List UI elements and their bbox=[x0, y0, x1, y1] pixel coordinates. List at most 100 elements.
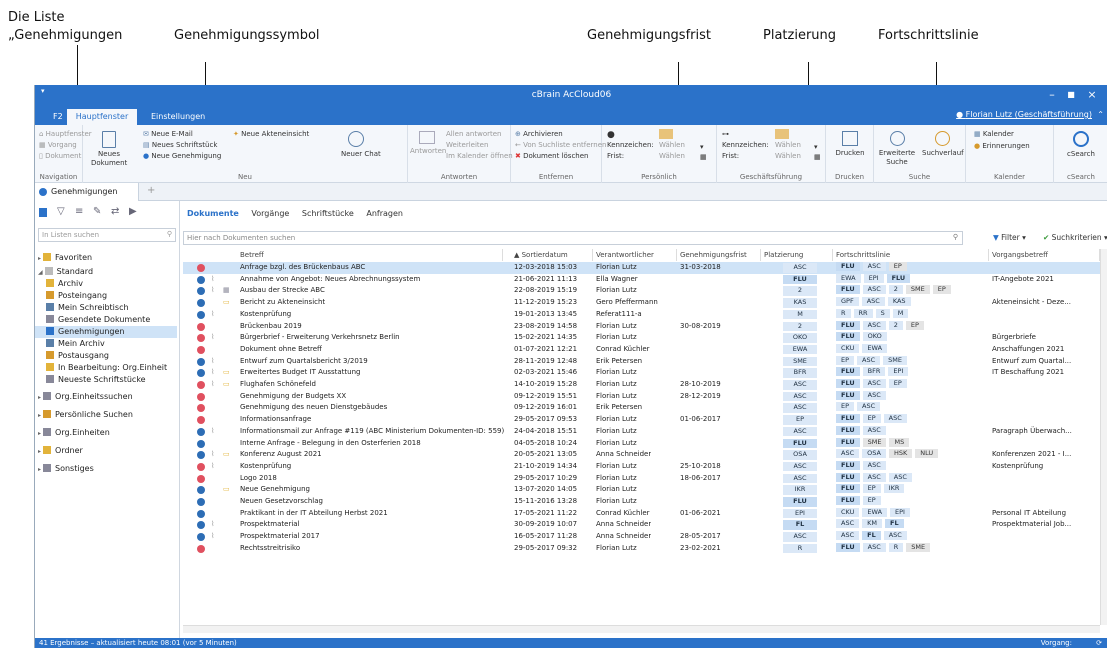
open-calendar-button[interactable]: Im Kalender öffnen bbox=[446, 152, 513, 160]
expand-icon[interactable]: ▸ bbox=[38, 430, 41, 437]
filter-icon[interactable]: ▽ bbox=[57, 206, 65, 217]
list-search-input[interactable]: In Listen suchen ⚲ bbox=[38, 228, 176, 242]
tree-favoriten[interactable]: ▸ Favoriten bbox=[38, 252, 92, 264]
tree-in-bearbeitung[interactable]: In Bearbeitung: Org.Einheit bbox=[46, 362, 167, 374]
close-icon[interactable]: × bbox=[1085, 88, 1099, 101]
col-fortschrittslinie[interactable]: Fortschrittslinie bbox=[833, 249, 989, 261]
tab-anfragen[interactable]: Anfragen bbox=[366, 209, 403, 218]
calendar-button[interactable]: ▦ Kalender bbox=[974, 130, 1014, 138]
col-verantwortlicher[interactable]: Verantwortlicher bbox=[593, 249, 677, 261]
ribbon-collapse-icon[interactable]: ⌃ bbox=[1097, 110, 1104, 119]
col-platzierung[interactable]: Platzierung bbox=[761, 249, 833, 261]
tree-mein-archiv[interactable]: Mein Archiv bbox=[46, 338, 105, 350]
table-row[interactable]: ⌇ Prospektmaterial 2017 16-05-2017 11:28 An… bbox=[183, 531, 1100, 543]
table-row[interactable]: ⌇ Annahme von Angebot: Neues Abrechnungss… bbox=[183, 273, 1100, 286]
personal-deadline-select[interactable]: Wählen bbox=[659, 152, 685, 160]
new-list-icon[interactable] bbox=[39, 208, 47, 217]
search-history-button[interactable]: Suchverlauf bbox=[922, 131, 964, 157]
nav-vorgang[interactable]: ▦ Vorgang bbox=[39, 141, 77, 149]
table-row[interactable]: ⌇ Kostenprüfung 21-10-2019 14:34 Florian Lu… bbox=[183, 460, 1100, 473]
table-row[interactable]: Dokument ohne Betreff 01-07-2021 12:21 Con… bbox=[183, 343, 1100, 356]
tree-genehmigungen[interactable]: Genehmigungen bbox=[35, 326, 177, 338]
search-icon[interactable]: ⚲ bbox=[167, 230, 172, 238]
table-row[interactable]: ⌇ Prospektmaterial 30-09-2019 10:07 Anna Sc… bbox=[183, 519, 1100, 531]
horizontal-scrollbar[interactable] bbox=[183, 625, 1100, 633]
org-tag-select[interactable]: Wählen bbox=[775, 141, 801, 149]
print-button[interactable]: Drucken bbox=[834, 131, 866, 157]
table-row[interactable]: Genehmigung der Budgets XX 09-12-2019 15:… bbox=[183, 390, 1100, 403]
filter-button[interactable]: ▼ Filter ▾ bbox=[993, 233, 1026, 242]
reminders-button[interactable]: ● Erinnerungen bbox=[974, 142, 1030, 150]
table-row[interactable]: ▭ Bericht zu Akteneinsicht 11-12-2019 15:2… bbox=[183, 297, 1100, 309]
tree-archiv[interactable]: Archiv bbox=[46, 278, 83, 290]
table-row[interactable]: Rechtsstreitrisiko 29-05-2017 09:32 Floria… bbox=[183, 542, 1100, 555]
table-row[interactable]: Genehmigung des neuen Dienstgebäudes 09-1… bbox=[183, 402, 1100, 414]
expand-icon[interactable]: ▸ bbox=[38, 255, 41, 262]
tab-hauptfenster[interactable]: Hauptfenster bbox=[67, 109, 137, 125]
document-search-input[interactable]: Hier nach Dokumenten suchen ⚲ bbox=[183, 231, 963, 245]
expand-icon[interactable]: ◢ bbox=[38, 269, 43, 276]
table-row[interactable]: ⌇ ▭ Konferenz August 2021 20-05-2021 13:05 A… bbox=[183, 449, 1100, 461]
remove-from-list-button[interactable]: ← Von Suchliste entfernen bbox=[515, 141, 606, 149]
tree-postausgang[interactable]: Postausgang bbox=[46, 350, 109, 362]
archive-button[interactable]: ⊕ Archivieren bbox=[515, 130, 563, 138]
new-approval-button[interactable]: ● Neue Genehmigung bbox=[143, 152, 221, 160]
add-tab-icon[interactable]: + bbox=[147, 185, 155, 196]
tree-gesendete[interactable]: Gesendete Dokumente bbox=[46, 314, 150, 326]
tree-mein-schreibtisch[interactable]: Mein Schreibtisch bbox=[46, 302, 129, 314]
csearch-button[interactable]: cSearch bbox=[1064, 131, 1098, 158]
table-row[interactable]: ⌇ ▭ Erweitertes Budget IT Ausstattung 02-03… bbox=[183, 367, 1100, 379]
table-row[interactable]: Brückenbau 2019 23-08-2019 14:58 Florian L… bbox=[183, 320, 1100, 333]
table-row[interactable]: Praktikant in der IT Abteilung Herbst 20… bbox=[183, 507, 1100, 520]
new-letter-button[interactable]: ▤ Neues Schriftstück bbox=[143, 141, 217, 149]
table-row[interactable]: Anfrage bzgl. des Brückenbaus ABC 12-03-2… bbox=[183, 262, 1100, 274]
col-vorgangsbetreff[interactable]: Vorgangsbetreff bbox=[989, 249, 1100, 261]
search-icon[interactable]: ⚲ bbox=[953, 233, 958, 241]
edit-icon[interactable]: ✎ bbox=[93, 206, 101, 217]
table-row[interactable]: ⌇ ▦ Ausbau der Strecke ABC 22-08-2019 15:19… bbox=[183, 285, 1100, 297]
tree-posteingang[interactable]: Posteingang bbox=[46, 290, 107, 302]
tab-genehmigungen[interactable]: Genehmigungen bbox=[35, 183, 139, 201]
col-genehmigungsfrist[interactable]: Genehmigungsfrist bbox=[677, 249, 761, 261]
forward-button[interactable]: Weiterleiten bbox=[446, 141, 488, 149]
table-row[interactable]: ⌇ Bürgerbrief - Erweiterung Verkehrsnetz … bbox=[183, 332, 1100, 344]
tab-einstellungen[interactable]: Einstellungen bbox=[143, 109, 213, 125]
user-link[interactable]: ● Florian Lutz (Geschäftsführung) bbox=[956, 110, 1092, 119]
expand-icon[interactable]: ▸ bbox=[38, 394, 41, 401]
calendar-icon[interactable]: ▦ bbox=[700, 153, 707, 161]
new-file-inspection-button[interactable]: ✦ Neue Akteneinsicht bbox=[233, 130, 309, 138]
nav-dokument[interactable]: ▯ Dokument bbox=[39, 152, 81, 160]
table-row[interactable]: Informationsanfrage 29-05-2017 09:53 Flori… bbox=[183, 414, 1100, 426]
new-chat-button[interactable]: Neuer Chat bbox=[341, 131, 381, 158]
table-row[interactable]: ⌇ Kostenprüfung 19-01-2013 13:45 Referat111… bbox=[183, 308, 1100, 321]
col-sortierdatum[interactable]: ▲ Sortierdatum bbox=[511, 249, 593, 261]
org-deadline-select[interactable]: Wählen bbox=[775, 152, 801, 160]
advanced-search-button[interactable]: Erweiterte Suche bbox=[876, 131, 918, 167]
col-betreff[interactable]: Betreff bbox=[237, 249, 503, 261]
export-icon[interactable]: ▶ bbox=[129, 206, 137, 217]
tab-vorgaenge[interactable]: Vorgänge bbox=[251, 209, 289, 218]
tree-persoenliche-suchen[interactable]: ▸ Persönliche Suchen bbox=[38, 409, 133, 421]
list-icon[interactable]: ≡ bbox=[75, 206, 83, 217]
reply-button[interactable]: Antworten bbox=[410, 131, 446, 155]
share-icon[interactable]: ⇄ bbox=[111, 206, 119, 217]
vertical-scrollbar[interactable] bbox=[1100, 249, 1107, 625]
delete-document-button[interactable]: ✖ Dokument löschen bbox=[515, 152, 588, 160]
tree-standard[interactable]: ◢ Standard bbox=[38, 266, 93, 278]
minimize-icon[interactable]: – bbox=[1045, 88, 1059, 101]
sync-icon[interactable]: ⟳ bbox=[1096, 638, 1102, 648]
expand-icon[interactable]: ▸ bbox=[38, 466, 41, 473]
dropdown-icon[interactable]: ▾ bbox=[700, 143, 704, 151]
dropdown-icon[interactable]: ▾ bbox=[814, 143, 818, 151]
expand-icon[interactable]: ▸ bbox=[38, 448, 41, 455]
tab-dokumente[interactable]: Dokumente bbox=[187, 209, 239, 218]
table-row[interactable]: ⌇ ▭ Flughafen Schönefeld 14-10-2019 15:28 Fl… bbox=[183, 379, 1100, 391]
tab-schriftstuecke[interactable]: Schriftstücke bbox=[302, 209, 354, 218]
tree-ordner[interactable]: ▸ Ordner bbox=[38, 445, 83, 457]
table-row[interactable]: ⌇ Informationsmail zur Anfrage #119 (ABC … bbox=[183, 425, 1100, 438]
expand-icon[interactable]: ▸ bbox=[38, 412, 41, 419]
tree-org-einheiten[interactable]: ▸ Org.Einheiten bbox=[38, 427, 110, 439]
tree-neueste[interactable]: Neueste Schriftstücke bbox=[46, 374, 146, 386]
tree-sonstiges[interactable]: ▸ Sonstiges bbox=[38, 463, 94, 475]
reply-all-button[interactable]: Allen antworten bbox=[446, 130, 502, 138]
